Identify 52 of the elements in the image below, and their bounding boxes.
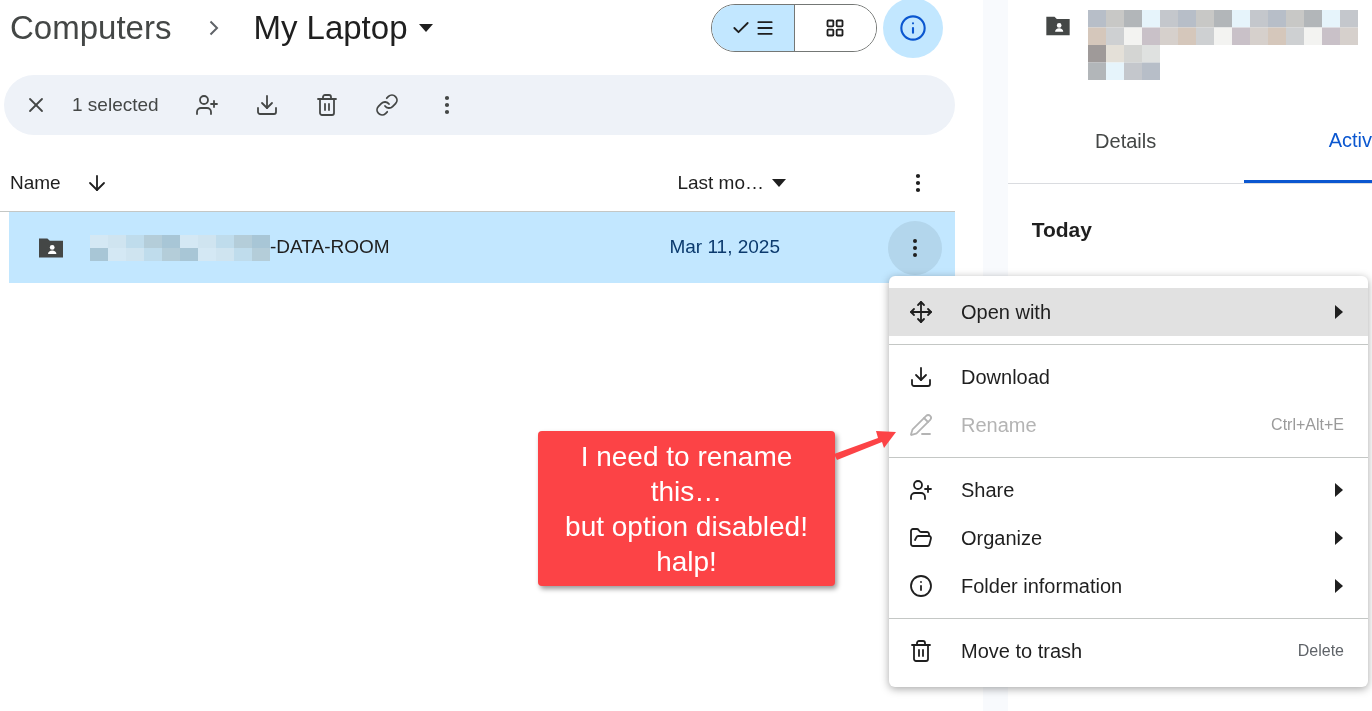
column-header[interactable]: Name	[10, 168, 61, 198]
menu-item[interactable]: Download	[889, 353, 1368, 401]
grid-view-button[interactable]	[793, 5, 876, 51]
shortcut-text: Ctrl+Alt+E	[1271, 415, 1344, 435]
add-person-icon[interactable]	[194, 93, 219, 117]
menu-item[interactable]: Share	[889, 466, 1368, 514]
menu-item[interactable]: Move to trash Delete	[889, 627, 1368, 675]
link-icon[interactable]	[374, 93, 399, 117]
submenu-arrow-icon	[1334, 305, 1344, 319]
menu-label: Folder information	[961, 574, 1123, 599]
add-person-icon	[909, 478, 933, 502]
four-arrows-icon	[909, 300, 933, 324]
folder-icon	[909, 526, 933, 550]
download-icon[interactable]	[254, 93, 279, 117]
column-header[interactable]: Last mo…	[677, 168, 764, 198]
section-heading: Today	[1031, 217, 1093, 243]
menu-item[interactable]: Open with	[889, 288, 1368, 336]
menu-item[interactable]: Organize	[889, 514, 1368, 562]
callout-text: I need to rename this… but option disabled! halp!	[565, 439, 808, 579]
file-row[interactable]: -DATA-ROOM Mar 11, 2025	[9, 212, 955, 283]
more-icon	[913, 238, 917, 257]
breadcrumb-link[interactable]: Computers	[10, 3, 172, 53]
shared-folder-icon	[1043, 14, 1072, 38]
pencil-icon	[909, 413, 933, 437]
menu-label: Organize	[961, 526, 1043, 551]
selection-count: 1 selected	[72, 92, 159, 117]
dropdown-caret-icon[interactable]	[419, 24, 434, 32]
panel-tab[interactable]: Activ	[1243, 99, 1372, 183]
menu-label: Open with	[961, 300, 1052, 325]
menu-label: Rename	[961, 413, 1037, 438]
file-name: -DATA-ROOM	[270, 235, 390, 260]
menu-label: Move to trash	[961, 639, 1083, 664]
modified-date: Mar 11, 2025	[669, 235, 780, 260]
shortcut-text: Delete	[1297, 641, 1344, 661]
current-folder-title[interactable]: My Laptop	[253, 3, 408, 53]
menu-label: Share	[961, 478, 1015, 503]
chevron-icon	[209, 20, 220, 36]
info-icon	[909, 574, 933, 598]
info-icon	[898, 14, 927, 42]
menu-item[interactable]: Folder information	[889, 562, 1368, 610]
submenu-arrow-icon	[1334, 531, 1344, 545]
list-view-button[interactable]	[711, 5, 794, 51]
grid-icon	[825, 18, 846, 38]
trash-icon[interactable]	[314, 93, 339, 117]
menu-label: Download	[961, 365, 1050, 390]
shared-folder-icon	[36, 235, 66, 260]
panel-tab[interactable]: Details	[1007, 99, 1244, 183]
dropdown-caret-icon[interactable]	[772, 179, 786, 187]
trash-icon	[909, 639, 933, 663]
download-icon	[909, 365, 933, 389]
submenu-arrow-icon	[1334, 579, 1344, 593]
submenu-arrow-icon	[1334, 483, 1344, 497]
